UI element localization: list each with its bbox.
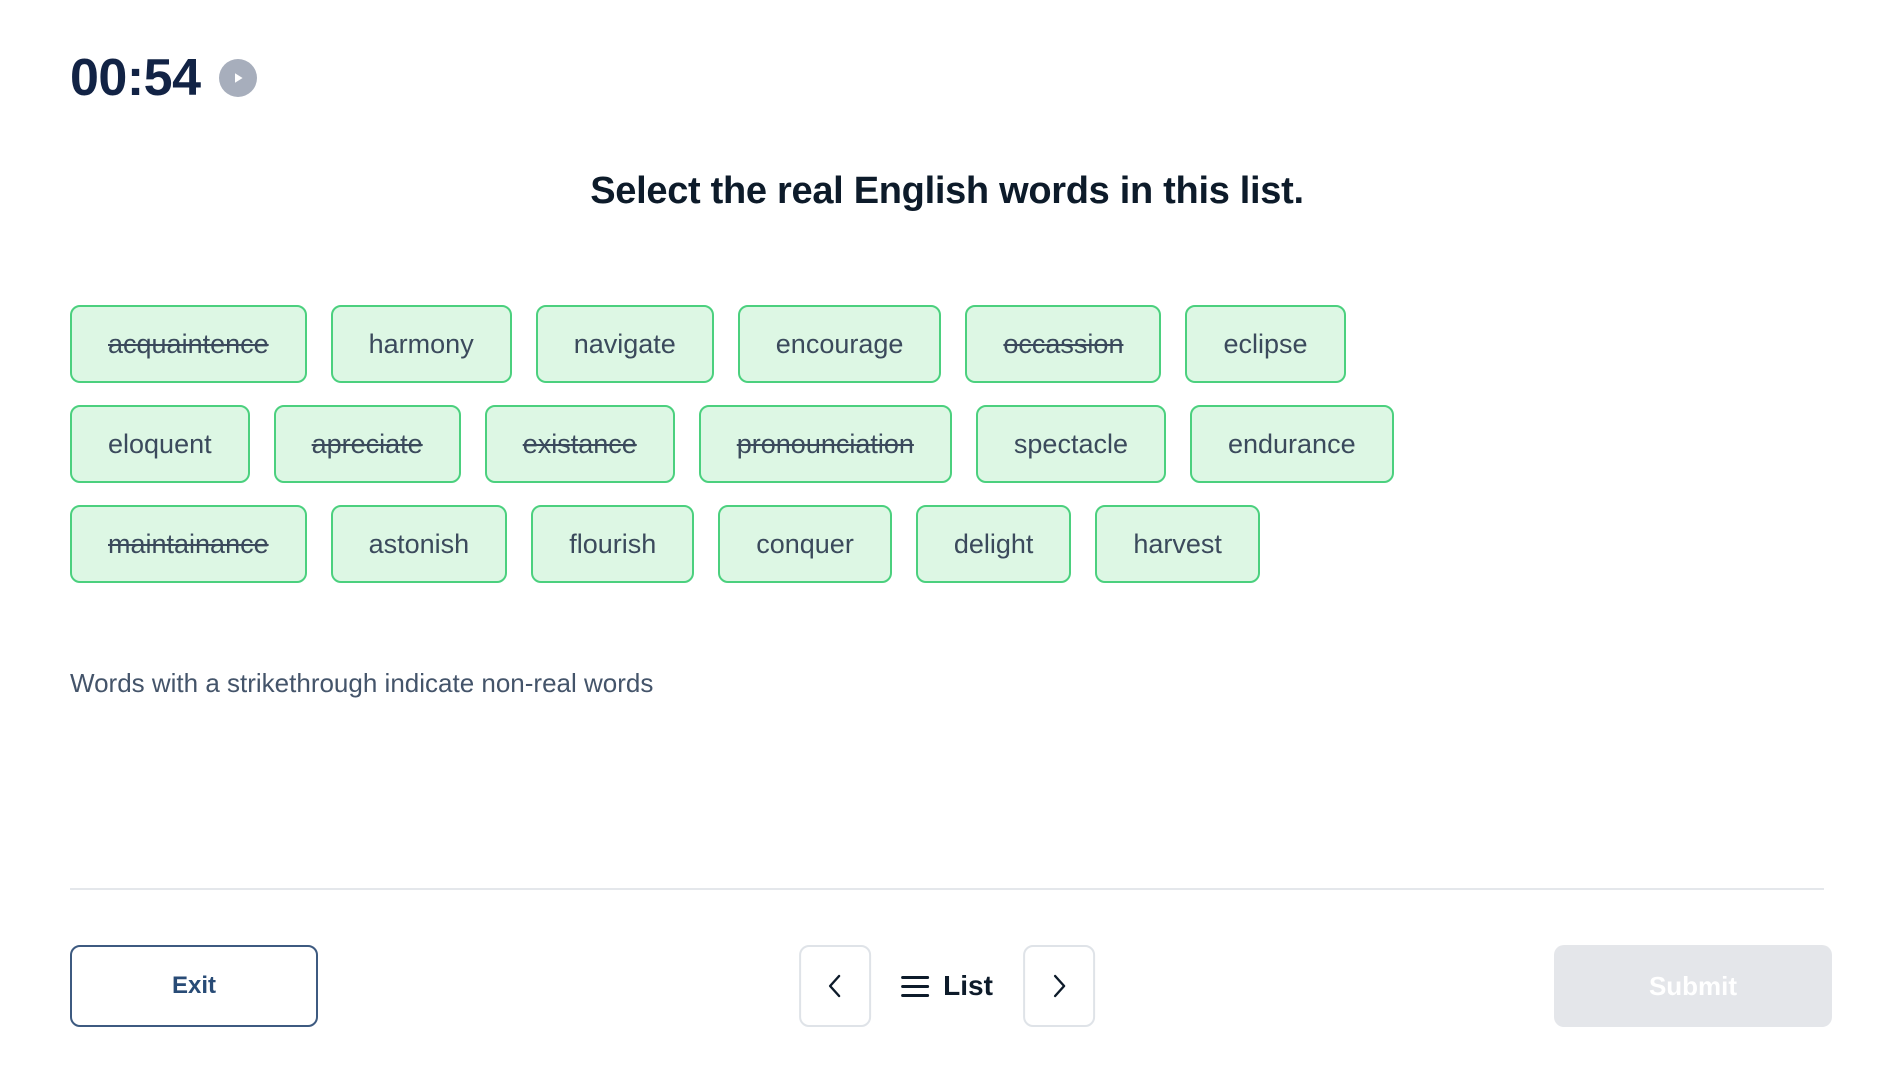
word-chip-label: existance — [522, 428, 637, 459]
word-chip-label: harmony — [368, 328, 474, 359]
word-chip[interactable]: harmony — [330, 305, 512, 383]
word-chip[interactable]: apreciate — [273, 405, 461, 483]
word-chip[interactable]: harvest — [1095, 505, 1260, 583]
pagination-controls: List — [799, 945, 1095, 1027]
word-chip-label: maintainance — [108, 528, 269, 559]
word-chip-label: pronounciation — [736, 428, 914, 459]
word-list: acquaintence harmony navigate encourage … — [70, 305, 1830, 605]
word-chip-label: delight — [953, 528, 1034, 559]
word-chip[interactable]: navigate — [535, 305, 714, 383]
word-chip[interactable]: eloquent — [70, 405, 250, 483]
word-chip[interactable]: maintainance — [70, 505, 307, 583]
word-chip[interactable]: occassion — [965, 305, 1162, 383]
timer-value: 00:54 — [70, 49, 201, 107]
word-chip-label: eclipse — [1223, 328, 1308, 359]
word-chip[interactable]: delight — [915, 505, 1072, 583]
word-chip-label: navigate — [573, 328, 676, 359]
word-chip[interactable]: conquer — [718, 505, 892, 583]
word-chip[interactable]: pronounciation — [698, 405, 952, 483]
word-chip-label: occassion — [1003, 328, 1124, 359]
word-chip-label: eloquent — [108, 428, 212, 459]
list-button-label: List — [943, 970, 993, 1001]
exit-button[interactable]: Exit — [70, 945, 318, 1027]
strikethrough-legend: Words with a strikethrough indicate non-… — [70, 668, 654, 698]
footer-divider — [70, 888, 1824, 890]
word-chip-label: encourage — [775, 328, 904, 359]
word-chip[interactable]: acquaintence — [70, 305, 307, 383]
word-chip[interactable]: spectacle — [975, 405, 1166, 483]
list-button[interactable]: List — [897, 970, 997, 1002]
word-chip[interactable]: existance — [484, 405, 675, 483]
hamburger-menu-icon — [901, 975, 930, 997]
word-row: maintainance astonish flourish conquer d… — [70, 505, 1830, 583]
word-chip-label: harvest — [1133, 528, 1222, 559]
word-chip[interactable]: endurance — [1189, 405, 1394, 483]
next-button[interactable] — [1022, 945, 1095, 1027]
word-row: eloquent apreciate existance pronounciat… — [70, 405, 1830, 483]
word-chip[interactable]: flourish — [531, 505, 695, 583]
timer: 00:54 — [70, 52, 257, 104]
chevron-right-icon — [1053, 974, 1066, 998]
previous-button[interactable] — [799, 945, 872, 1027]
word-chip-label: conquer — [756, 528, 854, 559]
word-chip-label: flourish — [569, 528, 657, 559]
word-row: acquaintence harmony navigate encourage … — [70, 305, 1830, 383]
word-chip-label: apreciate — [311, 428, 423, 459]
word-chip-label: astonish — [368, 528, 470, 559]
word-chip[interactable]: eclipse — [1185, 305, 1346, 383]
footer-bar: Exit List Submit — [0, 940, 1894, 1050]
submit-button[interactable]: Submit — [1554, 945, 1832, 1027]
chevron-left-icon — [828, 974, 841, 998]
word-chip[interactable]: encourage — [737, 305, 942, 383]
word-chip-label: spectacle — [1013, 428, 1128, 459]
play-icon[interactable] — [218, 59, 257, 97]
word-chip-label: endurance — [1227, 428, 1356, 459]
word-chip[interactable]: astonish — [330, 505, 508, 583]
page-title: Select the real English words in this li… — [590, 170, 1304, 212]
word-chip-label: acquaintence — [108, 328, 269, 359]
quiz-screen: 00:54 Select the real English words in t… — [0, 0, 1894, 1070]
